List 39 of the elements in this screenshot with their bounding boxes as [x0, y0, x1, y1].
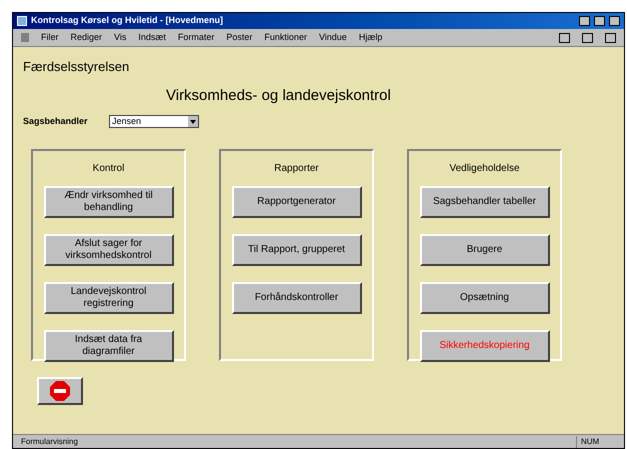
menu-item[interactable]: Hjælp [358, 30, 382, 44]
menu-button[interactable]: Til Rapport, grupperet [232, 234, 362, 266]
menu-item[interactable]: Vindue [318, 30, 347, 44]
exit-button[interactable] [37, 376, 83, 404]
menu-item[interactable]: Rediger [70, 30, 102, 44]
minimize-button[interactable] [579, 16, 590, 26]
close-button[interactable] [609, 16, 620, 26]
menu-button[interactable]: Forhåndskontroller [232, 282, 362, 314]
menu-button[interactable]: Sagsbehandler tabeller [420, 186, 550, 218]
group-title: Kontrol [92, 162, 124, 176]
menu-button[interactable]: Brugere [420, 234, 550, 266]
maximize-button[interactable] [594, 16, 605, 26]
menu-item[interactable]: Indsæt [138, 30, 166, 44]
window-title: Kontrolsag Kørsel og Hviletid - [Hovedmenu] [31, 14, 224, 28]
menu-item[interactable]: Funktioner [264, 30, 307, 44]
menu-item[interactable]: Filer [41, 30, 58, 44]
menu-item[interactable]: Poster [226, 30, 252, 44]
menu-button[interactable]: Indsæt data fra diagramfiler [44, 330, 174, 362]
status-text: Formularvisning [21, 436, 79, 448]
menu-button[interactable]: Ændr virksomhed til behandling [44, 186, 174, 218]
group-title: Rapporter [274, 162, 319, 176]
menu-button[interactable]: Rapportgenerator [232, 186, 362, 218]
minimize-button[interactable] [559, 32, 570, 42]
stop-sign-icon [50, 380, 70, 400]
field-label: Sagsbehandler [23, 115, 89, 128]
status-indicator: NUM [576, 436, 616, 448]
app-icon [17, 16, 27, 26]
menu-button[interactable]: Landevejskontrol registrering [44, 282, 174, 314]
form-icon [21, 33, 29, 42]
close-button[interactable] [605, 32, 616, 42]
restore-button[interactable] [582, 32, 593, 42]
menu-button[interactable]: Afslut sager for virksomhedskontrol [44, 234, 174, 266]
form-title: Virksomheds- og landevejskontrol [166, 86, 392, 106]
case-officer-dropdown[interactable]: Jensen [109, 115, 199, 128]
menu-item[interactable]: Vis [114, 30, 126, 44]
menu-button[interactable]: Opsætning [420, 282, 550, 314]
menu-item[interactable]: Formater [178, 30, 214, 44]
group-title: Vedligeholdelse [449, 162, 520, 176]
organization-name: Færdselsstyrelsen [23, 58, 130, 76]
